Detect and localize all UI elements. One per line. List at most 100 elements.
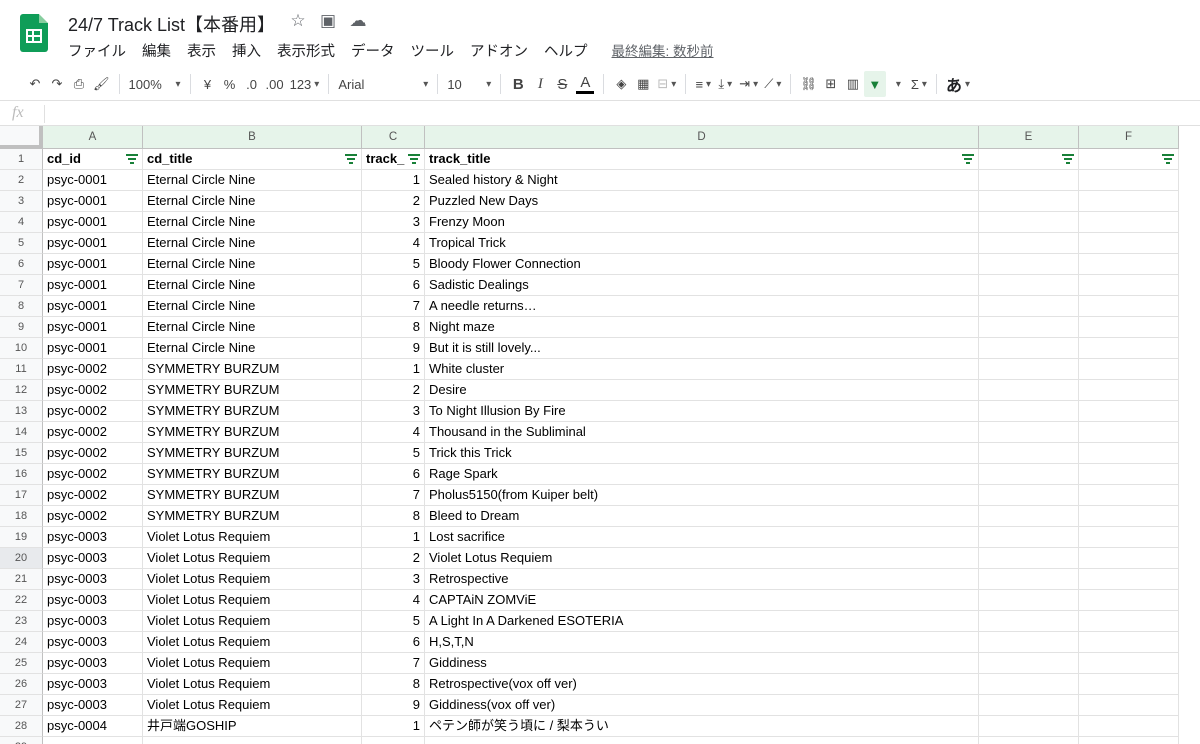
cell-c[interactable]: 1 (362, 716, 425, 737)
undo-icon[interactable]: ↶ (24, 71, 46, 97)
cell-e[interactable] (979, 464, 1079, 485)
cell-e[interactable] (979, 359, 1079, 380)
cell-d[interactable]: Rage Spark (425, 464, 979, 485)
cell-b[interactable]: SYMMETRY BURZUM (143, 380, 362, 401)
cell-c[interactable]: 3 (362, 569, 425, 590)
cell-e[interactable] (979, 485, 1079, 506)
cell-c[interactable]: 8 (362, 506, 425, 527)
cell-b[interactable]: SYMMETRY BURZUM (143, 422, 362, 443)
cell-d[interactable]: Giddiness(vox off ver) (425, 695, 979, 716)
menu-item[interactable]: ツール (403, 38, 463, 63)
cell-f[interactable] (1079, 569, 1179, 590)
cell-f[interactable] (1079, 170, 1179, 191)
row-header[interactable]: 2 (0, 170, 43, 191)
cell-e[interactable] (979, 254, 1079, 275)
cell-f[interactable] (1079, 653, 1179, 674)
cell-f[interactable] (1079, 464, 1179, 485)
row-header[interactable]: 7 (0, 275, 43, 296)
row-header[interactable]: 6 (0, 254, 43, 275)
insert-comment-icon[interactable]: ⊞ (820, 71, 842, 97)
cell-c[interactable]: 2 (362, 548, 425, 569)
column-filter-icon[interactable] (962, 154, 974, 164)
cell-e[interactable] (979, 401, 1079, 422)
text-wrap-icon[interactable]: ⇥ (736, 71, 761, 97)
cell-e[interactable] (979, 716, 1079, 737)
cell-c[interactable]: 5 (362, 611, 425, 632)
row-header[interactable]: 18 (0, 506, 43, 527)
cell-a[interactable] (43, 737, 143, 744)
cell-e[interactable] (979, 233, 1079, 254)
cell-c[interactable]: 3 (362, 401, 425, 422)
cell-a[interactable]: psyc-0001 (43, 296, 143, 317)
input-tools-button[interactable]: あ (943, 71, 973, 97)
row-header[interactable]: 9 (0, 317, 43, 338)
move-folder-icon[interactable]: ▣ (318, 11, 338, 31)
menu-item[interactable]: 表示形式 (269, 38, 343, 63)
cell-b[interactable]: SYMMETRY BURZUM (143, 506, 362, 527)
cell-c[interactable]: 7 (362, 296, 425, 317)
header-cell-f[interactable] (1079, 149, 1179, 170)
row-header[interactable]: 14 (0, 422, 43, 443)
row-header[interactable]: 17 (0, 485, 43, 506)
cell-f[interactable] (1079, 338, 1179, 359)
cell-d[interactable]: Night maze (425, 317, 979, 338)
cell-f[interactable] (1079, 191, 1179, 212)
row-header[interactable]: 11 (0, 359, 43, 380)
text-rotation-icon[interactable]: ⟋ (761, 71, 784, 97)
header-cell-d[interactable]: track_title (425, 149, 979, 170)
cell-d[interactable]: Retrospective (425, 569, 979, 590)
column-header-c[interactable]: C (362, 126, 425, 149)
cell-f[interactable] (1079, 695, 1179, 716)
cell-c[interactable]: 9 (362, 695, 425, 716)
cell-b[interactable]: Violet Lotus Requiem (143, 590, 362, 611)
cell-a[interactable]: psyc-0001 (43, 170, 143, 191)
font-select[interactable]: Arial (335, 71, 431, 97)
cell-e[interactable] (979, 527, 1079, 548)
row-header[interactable]: 13 (0, 401, 43, 422)
print-icon[interactable]: ⎙ (68, 71, 90, 97)
functions-icon[interactable]: Σ (908, 71, 930, 97)
row-header[interactable]: 24 (0, 632, 43, 653)
cell-d[interactable]: Bleed to Dream (425, 506, 979, 527)
row-header[interactable]: 3 (0, 191, 43, 212)
cell-c[interactable]: 4 (362, 233, 425, 254)
cell-f[interactable] (1079, 632, 1179, 653)
zoom-select[interactable]: 100% (126, 71, 184, 97)
column-filter-icon[interactable] (126, 154, 138, 164)
cell-e[interactable] (979, 275, 1079, 296)
cell-c[interactable]: 4 (362, 590, 425, 611)
text-color-button[interactable]: A (573, 71, 597, 97)
menu-item[interactable]: ヘルプ (536, 38, 596, 63)
font-size-select[interactable]: 10 (444, 71, 494, 97)
cell-f[interactable] (1079, 422, 1179, 443)
cell-b[interactable] (143, 737, 362, 744)
cell-b[interactable]: SYMMETRY BURZUM (143, 401, 362, 422)
vertical-align-icon[interactable]: ⤓ (714, 71, 736, 97)
cell-c[interactable]: 6 (362, 632, 425, 653)
row-header[interactable]: 29 (0, 737, 43, 744)
cell-e[interactable] (979, 317, 1079, 338)
menu-item[interactable]: 表示 (179, 38, 224, 63)
column-filter-icon[interactable] (408, 154, 420, 164)
cell-c[interactable]: 3 (362, 212, 425, 233)
row-header[interactable]: 10 (0, 338, 43, 359)
cell-d[interactable]: But it is still lovely... (425, 338, 979, 359)
cell-b[interactable]: SYMMETRY BURZUM (143, 464, 362, 485)
cell-d[interactable]: Bloody Flower Connection (425, 254, 979, 275)
cell-d[interactable]: Puzzled New Days (425, 191, 979, 212)
cell-a[interactable]: psyc-0003 (43, 569, 143, 590)
cell-c[interactable]: 9 (362, 338, 425, 359)
cell-e[interactable] (979, 380, 1079, 401)
cell-c[interactable]: 7 (362, 653, 425, 674)
cell-e[interactable] (979, 611, 1079, 632)
row-header[interactable]: 8 (0, 296, 43, 317)
cell-c[interactable]: 7 (362, 485, 425, 506)
cell-e[interactable] (979, 695, 1079, 716)
cell-c[interactable]: 4 (362, 422, 425, 443)
cell-a[interactable]: psyc-0003 (43, 527, 143, 548)
cell-a[interactable]: psyc-0003 (43, 548, 143, 569)
cell-b[interactable]: Eternal Circle Nine (143, 233, 362, 254)
cell-c[interactable]: 5 (362, 443, 425, 464)
cell-f[interactable] (1079, 296, 1179, 317)
row-header[interactable]: 26 (0, 674, 43, 695)
